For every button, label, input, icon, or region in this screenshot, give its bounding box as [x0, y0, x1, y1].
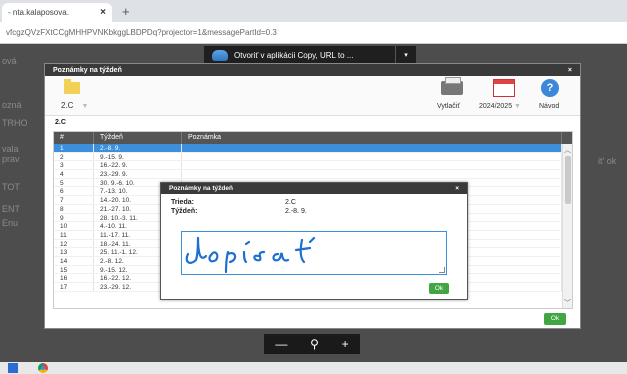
row-week: 9.-15. 9. — [94, 152, 182, 161]
row-number: 12 — [54, 239, 94, 248]
row-number: 15 — [54, 265, 94, 274]
taskbar — [0, 362, 627, 374]
chrome-icon[interactable] — [38, 363, 48, 373]
bg-fragment: it' ok — [598, 156, 617, 166]
table-row[interactable]: 1 2.-8. 9. — [54, 144, 572, 153]
row-number: 17 — [54, 283, 94, 291]
table-scrollbar[interactable]: ︿ ﹀ — [562, 144, 572, 308]
folder-icon[interactable] — [64, 79, 80, 94]
tab-close-icon[interactable]: × — [100, 7, 106, 18]
page-overlay: ová ozná TRHO vala prav TOT ENT Enu it' … — [0, 44, 627, 362]
row-number: 1 — [54, 144, 94, 152]
tab-title: - nta.kalaposova. — [8, 8, 69, 17]
column-header-number: # — [54, 132, 94, 144]
bg-fragment: ozná — [2, 100, 22, 110]
open-in-app-label[interactable]: Otvoriť v aplikácii Copy, URL to ... — [234, 51, 395, 60]
row-number: 3 — [54, 161, 94, 170]
row-week: 2.-8. 9. — [94, 144, 182, 152]
table-row[interactable]: 4 23.-29. 9. — [54, 170, 572, 179]
bg-fragment: TRHO — [2, 118, 28, 128]
week-value: 2.-8. 9. — [285, 208, 307, 215]
open-in-app-bar[interactable]: Otvoriť v aplikácii Copy, URL to ... ▾ — [204, 46, 416, 64]
column-header-week: Týždeň — [94, 132, 182, 144]
row-number: 14 — [54, 256, 94, 265]
browser-tab[interactable]: - nta.kalaposova. × — [2, 3, 112, 22]
close-icon[interactable]: × — [455, 185, 459, 192]
row-number: 5 — [54, 178, 94, 187]
week-label: Týždeň: — [171, 208, 198, 215]
row-note — [182, 152, 562, 161]
row-week: 16.-22. 9. — [94, 161, 182, 170]
bg-fragment: TOT — [2, 182, 20, 192]
close-icon[interactable]: × — [568, 67, 572, 74]
chevron-down-icon: ▼ — [81, 103, 89, 110]
scroll-down-icon[interactable]: ﹀ — [564, 298, 571, 308]
ok-button[interactable]: Ok — [544, 313, 566, 325]
dialog-toolbar: 2.C ▼ Vytlačiť 2024/2025 ▼ ? Návod — [45, 76, 580, 116]
row-number: 16 — [54, 274, 94, 282]
row-number: 7 — [54, 196, 94, 204]
address-bar[interactable]: vfcgzQVzFXtCCgMHHPVNKbkggLBDPDq?projecto… — [0, 22, 627, 44]
row-number: 10 — [54, 222, 94, 230]
row-number: 6 — [54, 187, 94, 196]
printer-icon[interactable] — [441, 77, 463, 95]
windows-icon[interactable] — [8, 363, 18, 373]
school-year-select[interactable]: 2024/2025 ▼ — [479, 103, 521, 110]
help-button[interactable]: Návod — [539, 103, 559, 110]
ok-button[interactable]: Ok — [429, 283, 449, 294]
dialog-titlebar: Poznámky na týždeň × — [161, 183, 467, 194]
class-select[interactable]: 2.C ▼ — [61, 101, 88, 110]
row-week: 23.-29. 9. — [94, 170, 182, 178]
cloud-icon — [212, 49, 228, 61]
row-number: 13 — [54, 248, 94, 256]
class-value: 2.C — [285, 199, 296, 206]
zoom-in-icon[interactable]: + — [342, 337, 349, 351]
bg-fragment: prav — [2, 154, 20, 164]
row-note — [182, 170, 562, 178]
dialog-titlebar: Poznámky na týždeň × — [45, 64, 580, 76]
class-select-value: 2.C — [61, 101, 74, 110]
note-textarea[interactable] — [181, 231, 447, 275]
help-icon[interactable]: ? — [541, 79, 559, 97]
section-label: 2.C — [55, 119, 66, 126]
scrollbar-thumb[interactable] — [565, 156, 571, 204]
bg-fragment: ENT — [2, 204, 20, 214]
row-number: 4 — [54, 170, 94, 178]
row-number: 11 — [54, 230, 94, 239]
chevron-down-icon: ▼ — [514, 103, 521, 110]
magnifier-icon[interactable]: ⚲ — [310, 337, 319, 351]
new-tab-icon[interactable]: + — [122, 4, 130, 19]
zoom-out-icon[interactable]: — — [275, 337, 287, 351]
bg-fragment: Enu — [2, 218, 19, 228]
table-row[interactable]: 3 16.-22. 9. — [54, 161, 572, 171]
class-label: Trieda: — [171, 199, 194, 206]
zoom-controls: — ⚲ + — [264, 334, 360, 354]
print-button[interactable]: Vytlačiť — [437, 103, 460, 110]
row-number: 2 — [54, 152, 94, 161]
chevron-down-icon[interactable]: ▾ — [396, 51, 416, 59]
browser-tabbar: - nta.kalaposova. × + — [0, 0, 627, 22]
row-number: 9 — [54, 213, 94, 222]
dialog-title: Poznámky na týždeň — [53, 66, 122, 74]
column-header-note: Poznámka — [182, 132, 562, 144]
row-number: 8 — [54, 204, 94, 213]
bg-fragment: vala — [2, 144, 19, 154]
table-header: # Týždeň Poznámka — [54, 132, 572, 144]
school-year-value: 2024/2025 — [479, 103, 513, 110]
table-row[interactable]: 2 9.-15. 9. — [54, 152, 572, 162]
resize-handle[interactable] — [439, 267, 445, 273]
calendar-icon[interactable] — [493, 79, 515, 97]
row-note — [182, 161, 562, 170]
bg-fragment: ová — [2, 56, 17, 66]
scroll-up-icon[interactable]: ︿ — [564, 145, 571, 155]
handwritten-note-text — [185, 236, 316, 274]
dialog-title: Poznámky na týždeň — [169, 185, 233, 192]
week-note-dialog: Poznámky na týždeň × Trieda: 2.C Týždeň:… — [160, 182, 468, 300]
row-note — [182, 144, 562, 152]
